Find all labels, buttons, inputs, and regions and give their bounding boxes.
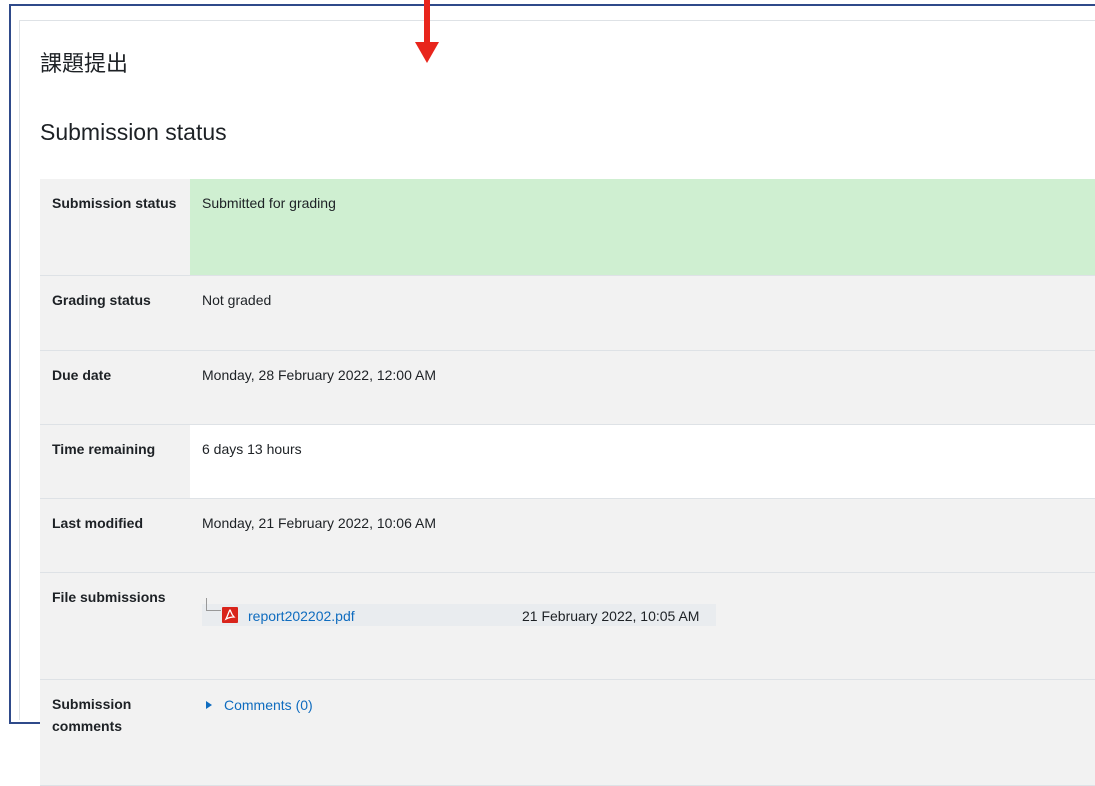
submission-status-table: Submission status Submitted for grading …: [40, 179, 1095, 786]
tree-connector: [206, 598, 221, 611]
comments-toggle-link[interactable]: Comments (0): [202, 694, 313, 716]
file-item: report202202.pdf 21 February 2022, 10:05…: [202, 598, 716, 627]
submission-status-label: Submission status: [40, 179, 190, 276]
submission-status-value: Submitted for grading: [190, 179, 1095, 276]
annotation-arrow-icon: [415, 0, 439, 63]
table-row: Last modified Monday, 21 February 2022, …: [40, 498, 1095, 573]
file-date: 21 February 2022, 10:05 AM: [522, 608, 700, 624]
pdf-file-icon: [222, 607, 238, 623]
triangle-right-icon: [206, 701, 212, 709]
time-remaining-label: Time remaining: [40, 424, 190, 499]
last-modified-label: Last modified: [40, 498, 190, 573]
table-row: Due date Monday, 28 February 2022, 12:00…: [40, 350, 1095, 425]
due-date-value: Monday, 28 February 2022, 12:00 AM: [190, 350, 1095, 425]
time-remaining-value: 6 days 13 hours: [202, 441, 302, 457]
table-row: Submission status Submitted for grading: [40, 179, 1095, 276]
comments-link-label: Comments (0): [224, 697, 313, 713]
page-title: 課題提出: [40, 52, 129, 77]
file-submissions-label: File submissions: [40, 572, 190, 680]
section-title: Submission status: [40, 119, 227, 145]
grading-status-label: Grading status: [40, 275, 190, 351]
file-download-link[interactable]: report202202.pdf: [248, 605, 355, 627]
table-row: Submission comments Comments (0): [40, 679, 1095, 786]
file-submissions-cell: report202202.pdf 21 February 2022, 10:05…: [190, 572, 1095, 680]
due-date-label: Due date: [40, 350, 190, 425]
submission-comments-label: Submission comments: [40, 679, 190, 786]
table-row: File submissions report202202.pdf 21 Feb…: [40, 572, 1095, 680]
last-modified-value: Monday, 21 February 2022, 10:06 AM: [190, 498, 1095, 573]
table-row: Time remaining 6 days 13 hours: [40, 424, 1095, 499]
submission-comments-cell: Comments (0): [190, 679, 1095, 786]
grading-status-value: Not graded: [190, 275, 1095, 351]
table-row: Grading status Not graded: [40, 275, 1095, 351]
